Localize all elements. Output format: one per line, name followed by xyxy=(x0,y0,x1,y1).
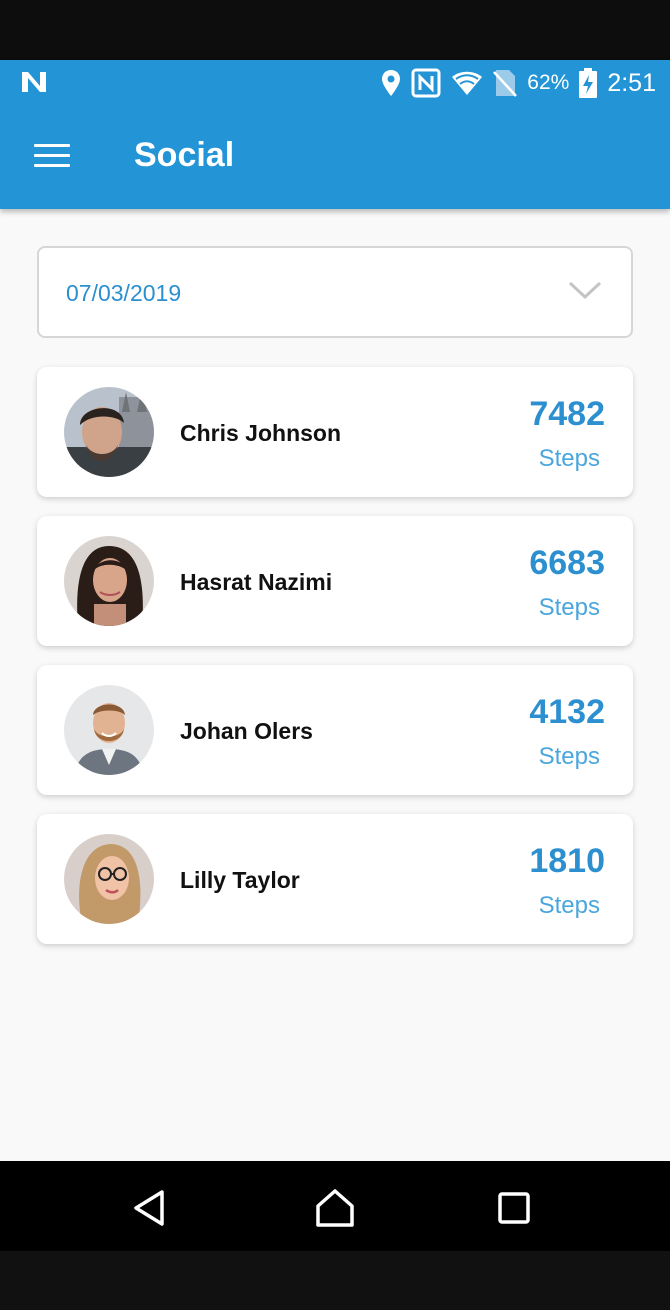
battery-percent: 62% xyxy=(527,71,570,94)
status-icons: 62% 2:51 xyxy=(381,66,656,100)
no-sim-icon xyxy=(493,70,518,97)
battery-charging-icon xyxy=(579,68,598,98)
home-icon[interactable] xyxy=(315,1188,355,1228)
back-icon[interactable] xyxy=(130,1188,170,1228)
step-count: 7482 xyxy=(529,395,605,433)
step-count: 6683 xyxy=(529,544,605,582)
user-name: Lilly Taylor xyxy=(180,867,300,893)
top-bezel xyxy=(0,0,670,60)
step-count: 1810 xyxy=(529,842,605,880)
nfc-icon xyxy=(411,68,441,98)
user-name: Hasrat Nazimi xyxy=(180,569,333,595)
main-content: 07/03/2019 Chris Johnson 7482 Steps Hasr… xyxy=(0,209,670,1161)
location-icon xyxy=(382,70,401,96)
avatar xyxy=(64,387,154,477)
chevron-down-icon xyxy=(568,281,602,300)
avatar xyxy=(64,685,154,775)
leaderboard-card[interactable]: Johan Olers 4132 Steps xyxy=(37,665,633,795)
leaderboard-card[interactable]: Lilly Taylor 1810 Steps xyxy=(37,814,633,944)
date-picker[interactable]: 07/03/2019 xyxy=(37,246,633,338)
app-bar: 62% 2:51 Social xyxy=(0,60,670,209)
leaderboard-card[interactable]: Hasrat Nazimi 6683 Steps xyxy=(37,516,633,646)
system-nav-bar xyxy=(0,1161,670,1251)
bottom-bezel xyxy=(0,1251,670,1310)
app-screen: 62% 2:51 Social 07/03/2019 Chris Johnson… xyxy=(0,0,670,1310)
avatar xyxy=(64,536,154,626)
avatar xyxy=(64,834,154,924)
steps-label: Steps xyxy=(538,892,600,919)
leaderboard-card[interactable]: Chris Johnson 7482 Steps xyxy=(37,367,633,497)
wifi-icon xyxy=(452,71,483,95)
clock: 2:51 xyxy=(607,68,656,97)
page-title: Social xyxy=(134,136,235,174)
status-bar: 62% 2:51 xyxy=(0,60,670,106)
toolbar: Social xyxy=(0,106,670,209)
user-name: Chris Johnson xyxy=(180,420,342,446)
date-value: 07/03/2019 xyxy=(66,280,182,306)
steps-label: Steps xyxy=(538,594,600,621)
steps-label: Steps xyxy=(538,445,600,472)
recents-icon[interactable] xyxy=(494,1188,534,1228)
step-count: 4132 xyxy=(529,693,605,731)
steps-label: Steps xyxy=(538,743,600,770)
user-name: Johan Olers xyxy=(180,718,313,744)
hamburger-menu-icon[interactable] xyxy=(34,144,70,170)
notification-n-icon xyxy=(22,72,46,92)
